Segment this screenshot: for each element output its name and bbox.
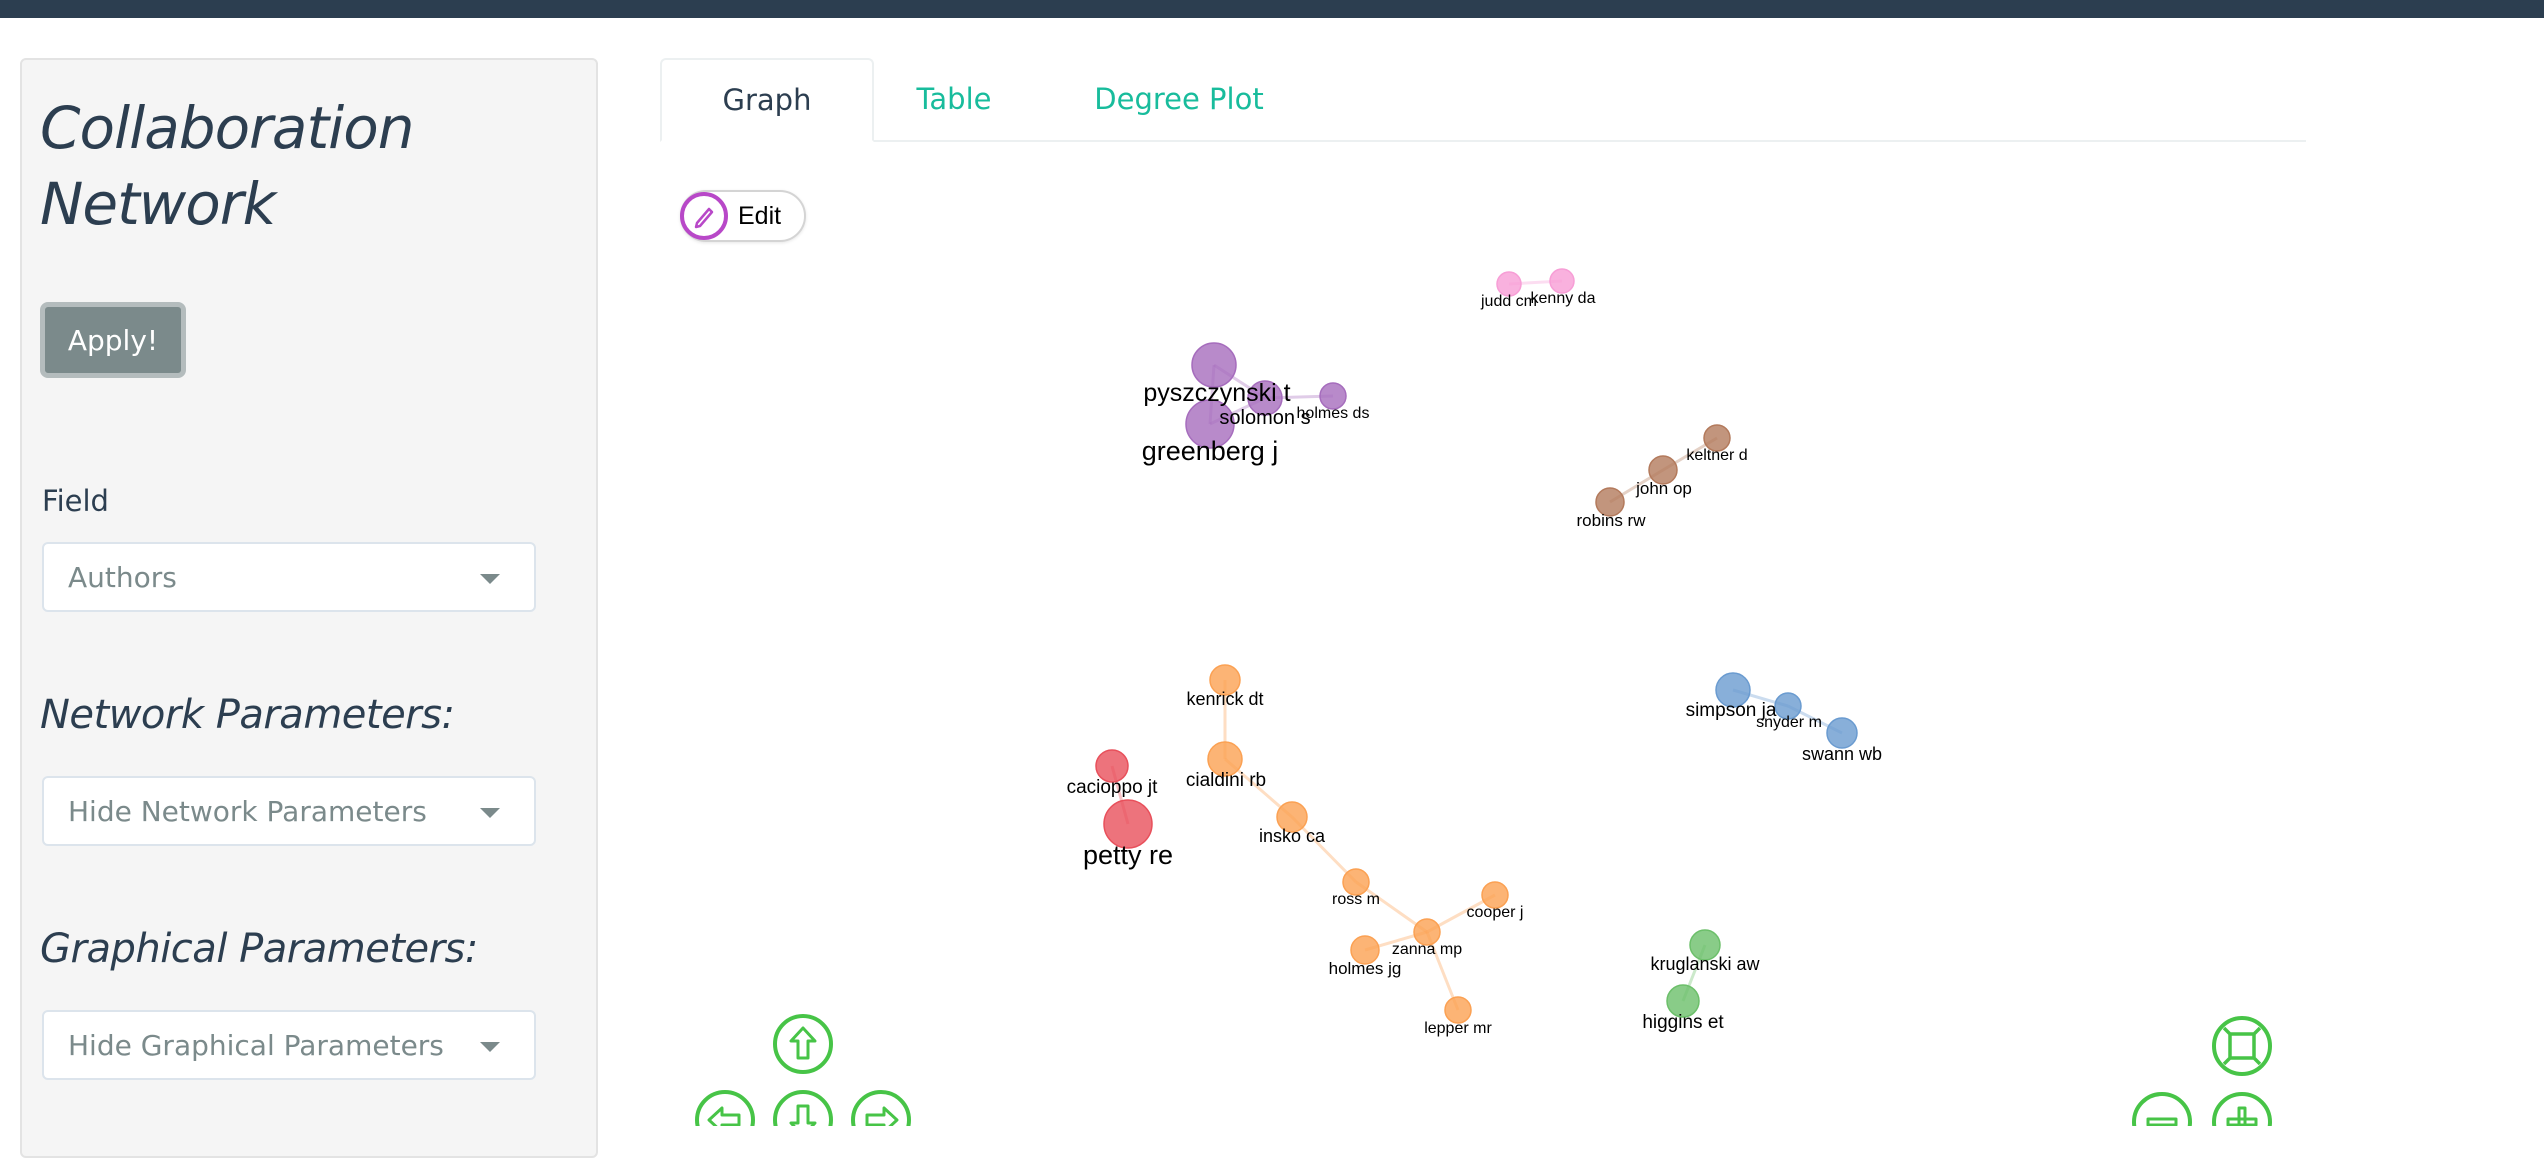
zoom-in-button[interactable] [2212, 1092, 2272, 1126]
node-label-ross: ross m [1332, 891, 1380, 908]
node-label-snyder: snyder m [1756, 714, 1822, 731]
fit-button[interactable] [2212, 1016, 2272, 1076]
nav-button-ring [2212, 1016, 2272, 1076]
node-label-pyszczynski: pyszczynski t [1143, 379, 1290, 407]
node-label-keltner: keltner d [1686, 447, 1747, 464]
nav-button-ring [773, 1090, 833, 1126]
node-label-kenny: kenny da [1531, 290, 1596, 307]
node-label-robins: robins rw [1577, 511, 1647, 530]
apply-button[interactable]: Apply! [40, 302, 186, 378]
node-label-lepper: lepper mr [1424, 1020, 1492, 1037]
node-label-cialdini: cialdini rb [1186, 770, 1266, 791]
network-parameters-select-value: Hide Network Parameters [68, 794, 427, 828]
chevron-down-icon [480, 1042, 500, 1052]
network-canvas[interactable]: judd cmkenny dapyszczynski tsolomon shol… [660, 140, 2306, 1126]
graphical-parameters-heading: Graphical Parameters: [40, 926, 478, 972]
nav-button-ring [2212, 1092, 2272, 1126]
chevron-down-icon [480, 808, 500, 818]
tab-degree-plot[interactable]: Degree Plot [1034, 58, 1324, 140]
node-label-petty: petty re [1083, 840, 1173, 870]
zoom-out-button[interactable] [2132, 1092, 2192, 1126]
labels-group: judd cmkenny dapyszczynski tsolomon shol… [1067, 290, 1882, 1037]
node-label-john: john op [1635, 479, 1692, 498]
arrow-right-button[interactable] [851, 1090, 911, 1126]
node-label-higgins: higgins et [1642, 1012, 1724, 1033]
tab-table[interactable]: Table [874, 58, 1034, 140]
arrow-left-button[interactable] [695, 1090, 755, 1126]
tab-graph[interactable]: Graph [660, 58, 874, 142]
top-navbar [0, 0, 2544, 18]
field-select-value: Authors [68, 560, 177, 594]
graphical-parameters-select-value: Hide Graphical Parameters [68, 1028, 444, 1062]
field-select[interactable]: Authors [42, 542, 536, 612]
nav-button-ring [695, 1090, 755, 1126]
node-label-judd: judd cm [1480, 293, 1537, 310]
node-label-insko: insko ca [1259, 826, 1326, 846]
node-label-kruglanski: kruglanski aw [1650, 954, 1760, 974]
field-label: Field [42, 484, 109, 518]
node-label-zanna: zanna mp [1392, 941, 1462, 958]
chevron-down-icon [480, 574, 500, 584]
nav-button-ring [2132, 1092, 2192, 1126]
node-label-greenberg: greenberg j [1142, 436, 1279, 466]
node-label-cacioppo: cacioppo jt [1067, 777, 1159, 798]
node-label-swann: swann wb [1802, 744, 1882, 764]
node-label-kenrick: kenrick dt [1186, 689, 1263, 709]
nav-button-ring [851, 1090, 911, 1126]
tab-bar: Graph Table Degree Plot [660, 58, 2306, 142]
network-graph-area[interactable]: Edit judd cm kenny da pyszczynski t solomon… [660, 140, 2306, 1126]
node-label-holmesjg: holmes jg [1329, 959, 1402, 978]
node-label-holmesds: holmes ds [1297, 405, 1370, 422]
network-parameters-heading: Network Parameters: [40, 692, 455, 738]
node-label-cooper: cooper j [1467, 904, 1524, 921]
arrow-up-button[interactable] [773, 1014, 833, 1074]
arrow-down-button[interactable] [773, 1090, 833, 1126]
graphical-parameters-select[interactable]: Hide Graphical Parameters [42, 1010, 536, 1080]
app-title: Collaboration Network [40, 94, 415, 238]
network-parameters-select[interactable]: Hide Network Parameters [42, 776, 536, 846]
nav-button-ring [773, 1014, 833, 1074]
